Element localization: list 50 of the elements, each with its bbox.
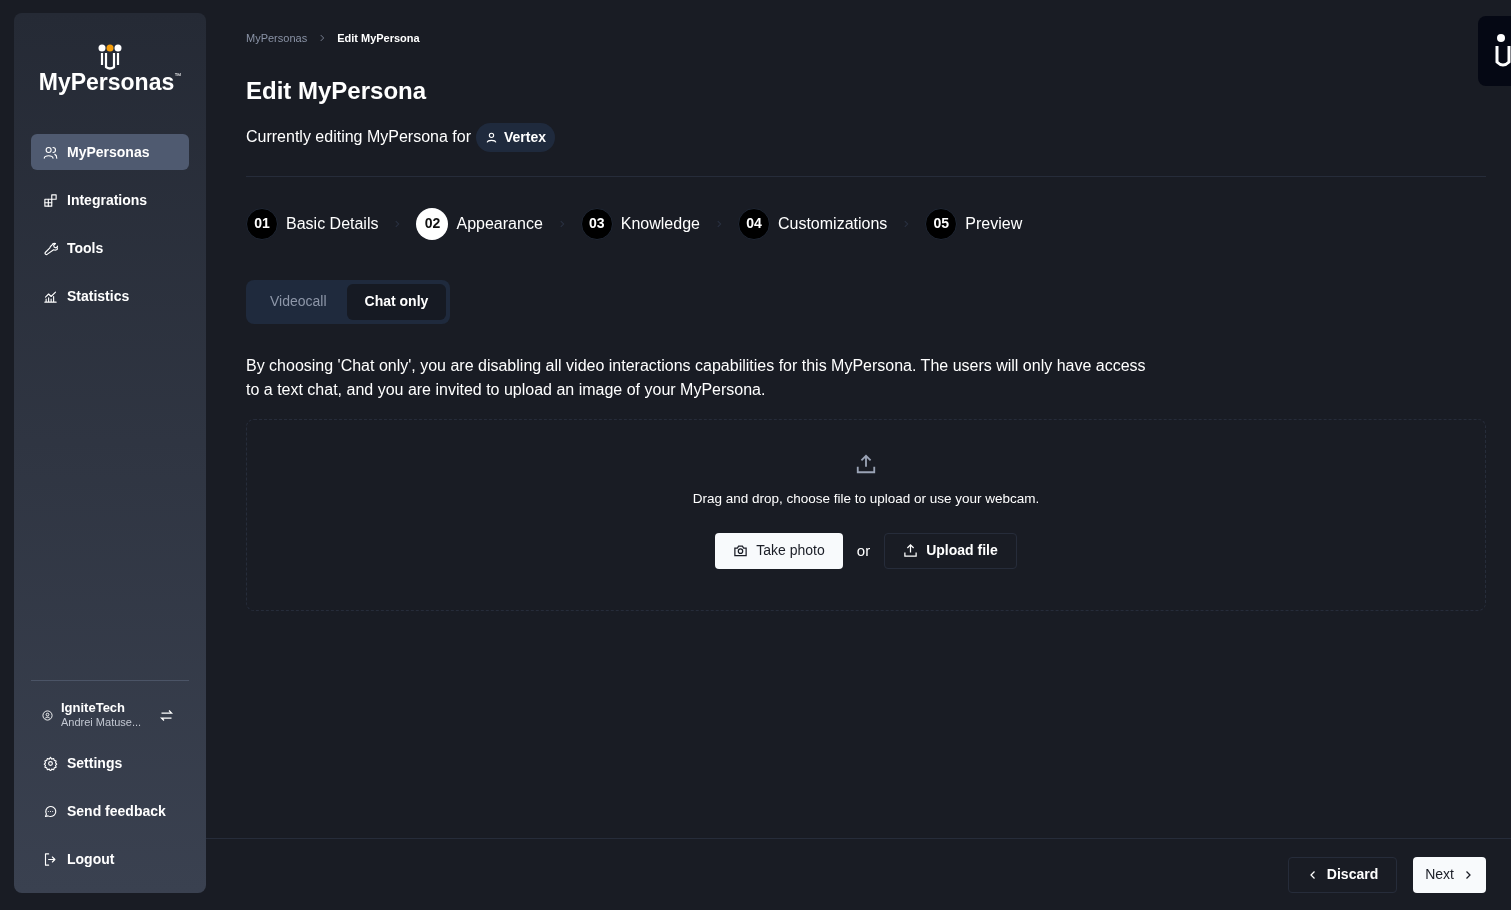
step[interactable]: 04 Customizations bbox=[737, 207, 888, 240]
assistant-launcher[interactable] bbox=[1478, 16, 1511, 86]
settings-icon bbox=[43, 755, 58, 771]
step[interactable]: 05 Preview bbox=[925, 207, 1023, 240]
nav-item[interactable]: MyPersonas bbox=[31, 134, 189, 170]
step-number: 01 bbox=[246, 207, 278, 240]
step[interactable]: 03 Knowledge bbox=[580, 207, 700, 240]
upload-icon bbox=[903, 543, 919, 559]
description: By choosing 'Chat only', you are disabling all video interactions capabilities for this MyPersona. The users will only have access to a text chat, and you are invited to upload an image of your MyPersona. bbox=[246, 355, 1147, 400]
organization-name: IgniteTech bbox=[61, 700, 127, 717]
nav-item[interactable]: Settings bbox=[31, 739, 189, 787]
step-number: 04 bbox=[737, 207, 770, 240]
step[interactable]: 02 Appearance bbox=[416, 207, 543, 240]
page-title: Edit MyPersona bbox=[246, 75, 428, 106]
nav-item[interactable]: Integrations bbox=[31, 182, 189, 218]
wrench-icon bbox=[43, 240, 58, 256]
upload-dropzone[interactable]: Drag and drop, choose file to upload or use your webcam. Take photo or Upload file bbox=[246, 418, 1486, 611]
step-number: 02 bbox=[416, 207, 449, 240]
camera-icon bbox=[733, 543, 749, 559]
mode-tab[interactable]: Videocall bbox=[250, 283, 347, 320]
upload-file-button[interactable]: Upload file bbox=[884, 532, 1017, 569]
user-name: Andrei Matuse... bbox=[61, 716, 143, 730]
take-photo-button[interactable]: Take photo bbox=[715, 532, 843, 569]
breadcrumb-link[interactable]: MyPersonas bbox=[246, 30, 308, 47]
mode-tab[interactable]: Chat only bbox=[346, 283, 447, 320]
breadcrumb-current: Edit MyPersona bbox=[337, 31, 420, 46]
subtitle: Currently editing MyPersona for bbox=[246, 127, 471, 147]
chart-icon bbox=[43, 288, 58, 304]
upload-icon bbox=[855, 452, 877, 475]
users-icon bbox=[43, 144, 58, 160]
logo-text: MyPersonas bbox=[38, 71, 175, 94]
nav-item[interactable]: Logout bbox=[31, 835, 189, 883]
blocks-icon bbox=[43, 192, 58, 208]
logout-icon bbox=[43, 851, 58, 867]
next-button[interactable]: Next bbox=[1413, 856, 1486, 893]
swap-icon bbox=[159, 707, 174, 723]
discard-button[interactable]: Discard bbox=[1287, 856, 1398, 893]
upload-hint: Drag and drop, choose file to upload or use your webcam. bbox=[692, 489, 1040, 508]
persona-chip: Vertex bbox=[476, 122, 556, 152]
step[interactable]: 01 Basic Details bbox=[246, 207, 379, 240]
nav-item[interactable]: Tools bbox=[31, 230, 189, 266]
step-number: 03 bbox=[580, 207, 613, 240]
logo-icon bbox=[96, 43, 124, 71]
nav-item[interactable]: Statistics bbox=[31, 278, 189, 314]
step-number: 05 bbox=[925, 207, 958, 240]
or-label: or bbox=[855, 540, 872, 561]
user-icon bbox=[485, 130, 498, 144]
chat-bubble-icon bbox=[43, 803, 58, 819]
user-circle-icon bbox=[42, 709, 53, 721]
nav-item[interactable]: Send feedback bbox=[31, 787, 189, 835]
